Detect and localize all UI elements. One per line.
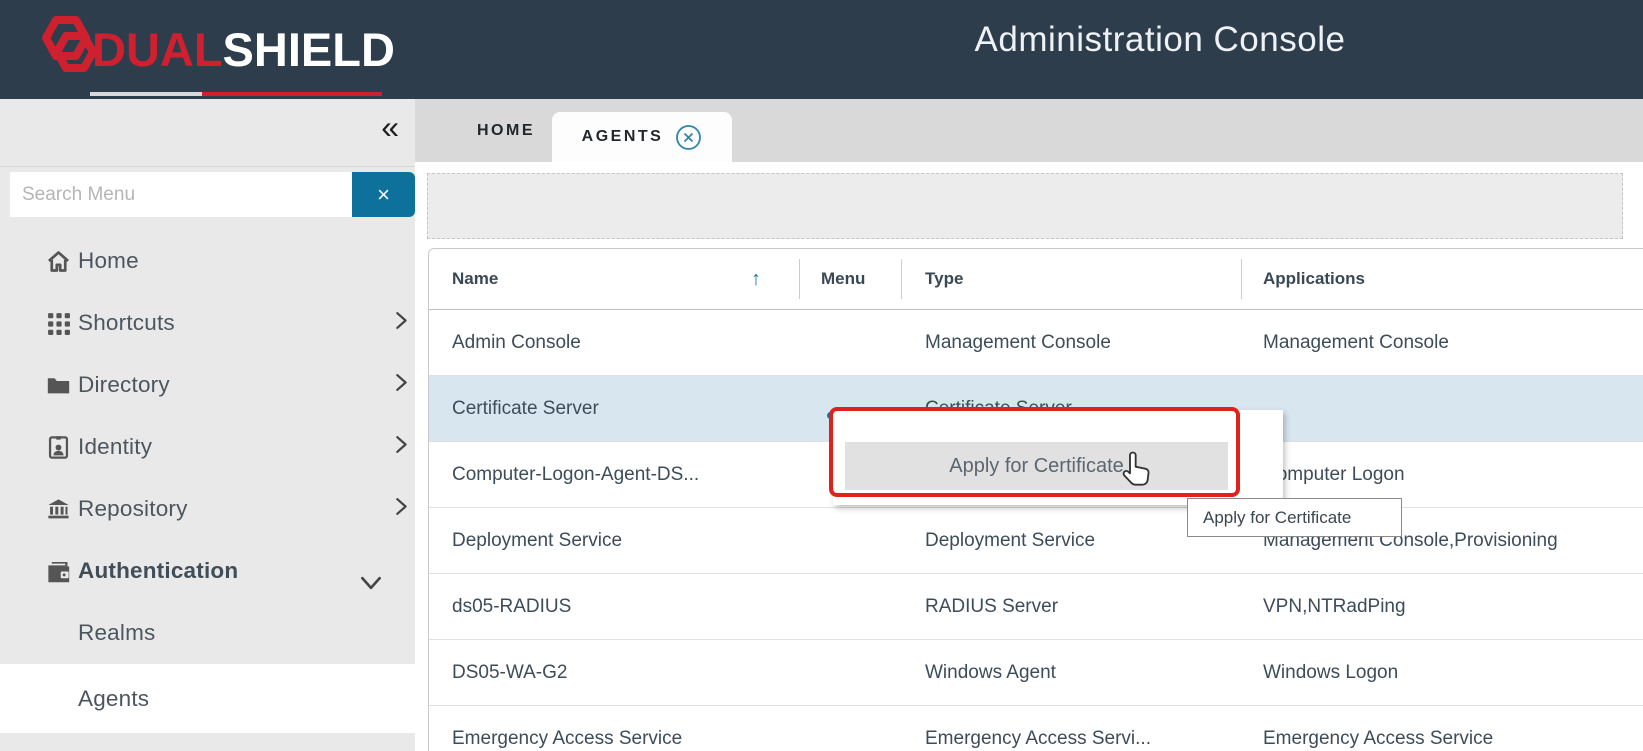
sidebar-item-label: Realms (78, 620, 155, 646)
tab-bar: HOME AGENTS (415, 99, 1643, 162)
sidebar-item-directory[interactable]: Directory (0, 354, 415, 416)
sidebar-collapse-icon[interactable]: « (381, 107, 399, 147)
chevron-right-icon (390, 496, 412, 523)
sidebar-item-label: Shortcuts (78, 310, 175, 336)
tab-close-icon[interactable] (675, 124, 702, 151)
cell-name: Admin Console (452, 310, 581, 375)
column-header-applications[interactable]: Applications (1263, 249, 1365, 309)
page-title: Administration Console (900, 20, 1420, 60)
tab-home-label: HOME (477, 122, 535, 140)
tab-agents-label: AGENTS (582, 128, 664, 146)
column-header-type[interactable]: Type (925, 249, 963, 309)
cell-name: Emergency Access Service (452, 706, 682, 751)
table-row-6[interactable]: DS05-WA-G2 Windows Agent Windows Logon (429, 640, 1643, 706)
cell-type: Windows Agent (925, 640, 1056, 705)
sidebar-item-home[interactable]: Home (0, 230, 415, 292)
table-row-7[interactable]: Emergency Access Service Emergency Access… (429, 706, 1643, 751)
column-divider (901, 259, 902, 299)
cell-name: Certificate Server (452, 376, 599, 441)
sort-ascending-icon[interactable]: ↑ (751, 249, 761, 309)
home-icon (44, 247, 72, 275)
sidebar-item-realms[interactable]: Realms (0, 602, 415, 664)
cell-name: ds05-RADIUS (452, 574, 571, 639)
table-row-4[interactable]: Deployment ServiceDeployment ServiceMana… (429, 508, 1643, 574)
chevron-right-icon (390, 310, 412, 337)
sidebar: « × Home Shortcuts Directory Identity Reposi… (0, 99, 415, 751)
sidebar-menu: Home Shortcuts Directory Identity Repository… (0, 230, 415, 733)
column-header-menu[interactable]: Menu (821, 249, 865, 309)
tab-home[interactable]: HOME (465, 99, 547, 162)
logo-wordmark: DUALSHIELD (92, 25, 395, 75)
sidebar-item-label: Home (78, 248, 139, 274)
cell-applications: Emergency Access Service (1263, 706, 1493, 751)
toolbar-dropzone (427, 173, 1623, 239)
sidebar-item-label: Identity (78, 434, 152, 460)
sidebar-item-authentication[interactable]: Authentication (0, 540, 415, 602)
cell-name: DS05-WA-G2 (452, 640, 567, 705)
menu-item-apply-for-certificate[interactable]: Apply for Certificate (845, 442, 1228, 490)
cell-applications: Management Console (1263, 310, 1449, 375)
search-input[interactable] (10, 172, 352, 217)
logo-underline (90, 92, 382, 96)
table-header: Name ↑ Menu Type Applications (429, 249, 1643, 310)
sidebar-item-label: Repository (78, 496, 188, 522)
sidebar-item-repository[interactable]: Repository (0, 478, 415, 540)
chevron-down-icon (358, 569, 384, 600)
column-divider (799, 259, 800, 299)
identity-icon (44, 433, 72, 461)
cell-type: RADIUS Server (925, 574, 1058, 639)
sidebar-item-identity[interactable]: Identity (0, 416, 415, 478)
chevron-right-icon (390, 372, 412, 399)
sidebar-item-shortcuts[interactable]: Shortcuts (0, 292, 415, 354)
cell-applications: Windows Logon (1263, 640, 1398, 705)
dualshield-admin-console: DUALSHIELD UNIFIED AUTHENTICATION Admini… (0, 0, 1643, 751)
table-row-5[interactable]: ds05-RADIUS RADIUS Server VPN,NTRadPing (429, 574, 1643, 640)
close-icon: × (377, 182, 390, 208)
search-row: × (10, 172, 415, 217)
cell-applications: VPN,NTRadPing (1263, 574, 1406, 639)
directory-icon (44, 371, 72, 399)
column-divider (1241, 259, 1242, 299)
shortcuts-icon (44, 309, 72, 337)
chevron-right-icon (390, 434, 412, 461)
cell-type: Management Console (925, 310, 1111, 375)
cell-type: Deployment Service (925, 508, 1095, 573)
column-header-name[interactable]: Name (452, 249, 498, 309)
repository-icon (44, 495, 72, 523)
sidebar-separator (0, 166, 415, 167)
sidebar-item-label: Authentication (78, 558, 238, 584)
tab-agents[interactable]: AGENTS (552, 112, 732, 162)
cell-type: Emergency Access Servi... (925, 706, 1151, 751)
app-header: DUALSHIELD UNIFIED AUTHENTICATION Admini… (0, 0, 1643, 99)
tooltip: Apply for Certificate (1187, 498, 1402, 537)
sidebar-item-agents[interactable]: Agents (0, 664, 415, 733)
cell-name: Computer-Logon-Agent-DS... (452, 442, 699, 507)
sidebar-item-label: Agents (78, 686, 149, 712)
authentication-icon (44, 557, 72, 585)
table-row-1[interactable]: Admin Console Management Console Managemen… (429, 310, 1643, 376)
search-clear-button[interactable]: × (352, 172, 415, 217)
table-body: Admin Console Management Console Managemen… (429, 310, 1643, 751)
sidebar-item-label: Directory (78, 372, 170, 398)
context-menu: Apply for Certificate (833, 410, 1283, 505)
cell-name: Deployment Service (452, 508, 622, 573)
